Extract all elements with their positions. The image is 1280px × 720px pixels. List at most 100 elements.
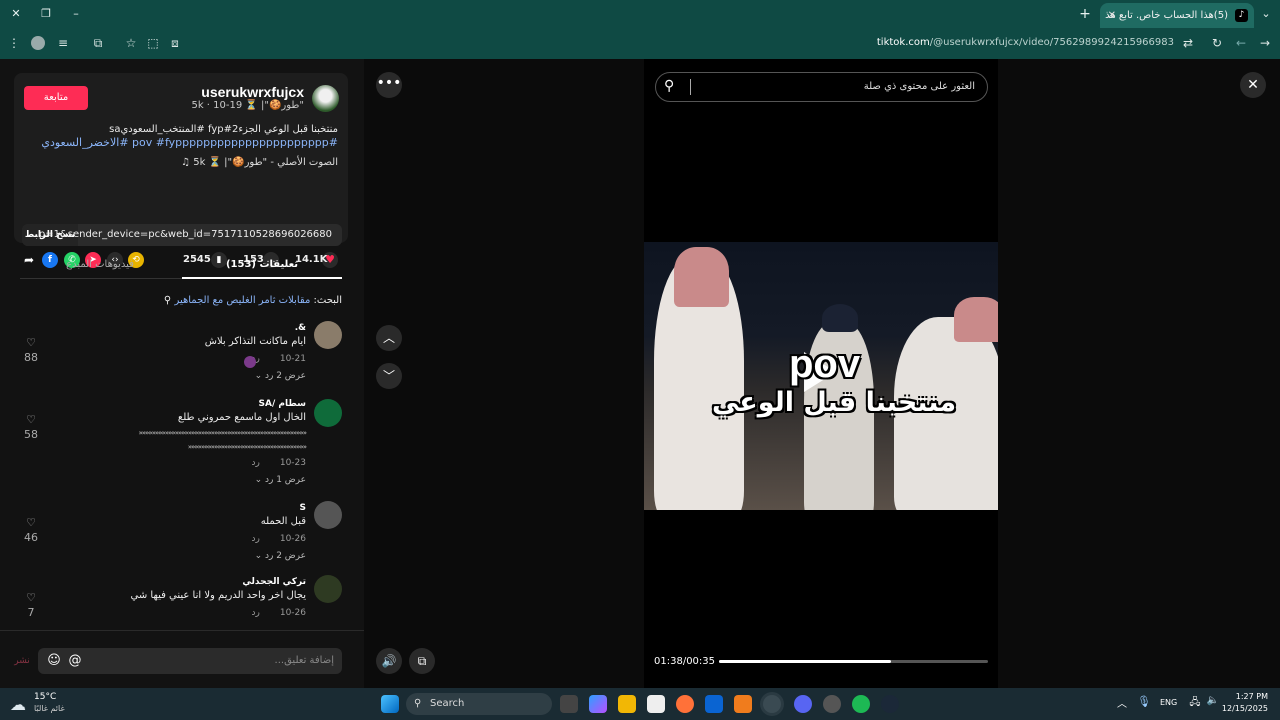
comment-like-icon[interactable]: ♡ (22, 516, 40, 529)
view-replies-label: عرض 1 رد (264, 475, 306, 485)
taskbar-search[interactable]: ⚲ Search (406, 693, 552, 715)
extensions-icon[interactable]: ⧉ (90, 35, 106, 51)
tray-overflow-icon[interactable]: ︿ (1113, 695, 1131, 713)
reply-link[interactable]: رد (251, 534, 259, 544)
weather-description: غائم غالبًا (34, 704, 65, 713)
input-language[interactable]: ENG (1160, 698, 1177, 707)
video-frame[interactable]: pov منتخبنا قبل الوعي (644, 242, 998, 510)
progress-bar[interactable] (719, 660, 988, 663)
url-host: tiktok.com (876, 37, 930, 48)
discord-icon[interactable] (794, 695, 812, 713)
floating-player-icon[interactable]: ⧉ (409, 648, 435, 674)
chatgpt-icon[interactable] (823, 695, 841, 713)
browser-title-bar: ✕ ❐ – + ✕ (5)هذا الحساب خاص. تابع هذ ♪ ⌄ (0, 0, 1280, 28)
reply-link[interactable]: رد (251, 458, 259, 468)
share-link-text[interactable]: ...p=1&sender_device=pc&web_id=751711052… (29, 224, 332, 246)
copilot-icon[interactable] (589, 695, 607, 713)
store-icon[interactable] (647, 695, 665, 713)
tab-search-icon[interactable]: ⌄ (1258, 6, 1274, 22)
comment-text: يجال اخر واحد الدريم ولا انا عيني فيها ش… (130, 590, 306, 601)
author-username[interactable]: userukwrxfujcx (201, 84, 304, 100)
windows-start-icon[interactable] (381, 695, 399, 713)
menu-icon[interactable]: ⋮ (6, 35, 22, 51)
share-link-row: نسخ الرابط ...p=1&sender_device=pc&web_i… (22, 224, 342, 246)
back-icon[interactable]: → (1257, 35, 1273, 51)
comment-meta: 10-26 رد (251, 534, 306, 544)
search-small-icon: ⚲ (163, 295, 172, 306)
commenter-name[interactable]: S (300, 503, 306, 513)
author-subline: "طور🍪"| ⏳ 5k · 10-19 (191, 100, 304, 111)
commenter-name[interactable]: &. (295, 323, 306, 333)
close-player-icon[interactable]: ✕ (1240, 72, 1266, 98)
search-icon[interactable]: ⚲ (664, 78, 674, 94)
screenshot-icon[interactable]: ⬚ (145, 35, 161, 51)
follow-button[interactable]: متابعة (24, 86, 88, 110)
comment-like-count: 46 (24, 531, 38, 544)
tab-tiktok[interactable]: ✕ (5)هذا الحساب خاص. تابع هذ ♪ (1100, 3, 1254, 28)
comment-like-count: 88 (24, 351, 38, 364)
view-replies[interactable]: عرض 1 رد ⌄ (255, 475, 306, 485)
file-explorer-icon[interactable] (618, 695, 636, 713)
search-suggestion-query[interactable]: مقابلات ثامر الغليص مع الجماهير (174, 295, 310, 306)
restore-window-icon[interactable]: ❐ (38, 6, 54, 22)
view-replies[interactable]: عرض 2 رد ⌄ (255, 551, 306, 561)
reply-link[interactable]: رد (251, 608, 259, 618)
commenter-avatar[interactable] (314, 399, 342, 427)
vlc-icon[interactable] (734, 695, 752, 713)
commenter-avatar[interactable] (314, 575, 342, 603)
speaker-icon[interactable]: 🔈 (1204, 695, 1222, 713)
tab-comments[interactable]: تعليقات (153) (182, 255, 342, 279)
view-replies-label: عرض 2 رد (264, 551, 306, 561)
spotify-icon[interactable] (852, 695, 870, 713)
progress-bar-fill (719, 660, 892, 663)
view-replies-label: عرض 2 رد (264, 371, 306, 381)
firefox-icon[interactable] (676, 695, 694, 713)
minimize-window-icon[interactable]: – (68, 6, 84, 22)
outlook-icon[interactable] (705, 695, 723, 713)
comment-meta: 10-21 رد (251, 354, 306, 364)
mention-icon[interactable]: @ (67, 653, 83, 669)
address-bar[interactable]: tiktok.com/@userukwrxfujcx/video/7562989… (877, 35, 1174, 51)
commenter-avatar[interactable] (314, 501, 342, 529)
commenter-avatar[interactable] (314, 321, 342, 349)
network-icon[interactable]: 🖧 (1186, 695, 1204, 713)
comment-date: 10-26 (279, 534, 306, 544)
profile-avatar-icon[interactable] (31, 36, 45, 50)
tab-close-icon[interactable]: ✕ (1104, 3, 1116, 28)
comment-like-icon[interactable]: ♡ (22, 591, 40, 604)
video-info-card: متابعة userukwrxfujcx "طور🍪"| ⏳ 5k · 10-… (14, 73, 348, 243)
new-tab-icon[interactable]: + (1077, 6, 1093, 22)
video-hashtags[interactable]: #pov #fypppppppppppppppppppppp #الاخضر_ا… (41, 136, 338, 149)
sound-name: الصوت الأصلي - "طور🍪"| ⏳ 5k (193, 157, 338, 168)
reload-icon[interactable]: ↻ (1209, 35, 1225, 51)
related-search-box[interactable]: ⚲ العثور على محتوى ذي صلة (655, 72, 988, 102)
commenter-name[interactable]: تركي الجحدلي (242, 577, 306, 587)
site-settings-icon[interactable]: ⇄ (1180, 35, 1196, 51)
forward-icon[interactable]: ← (1233, 35, 1249, 51)
previous-video-icon[interactable]: ︿ (376, 325, 402, 351)
emoji-icon[interactable]: ☺ (46, 653, 62, 669)
sound-link[interactable]: الصوت الأصلي - "طور🍪"| ⏳ 5k ♫ (181, 157, 338, 168)
comment-like-icon[interactable]: ♡ (22, 413, 40, 426)
url-path: /@userukwrxfujcx/video/75629899242159669… (929, 37, 1174, 48)
close-window-icon[interactable]: ✕ (8, 6, 24, 22)
volume-icon[interactable]: 🔊 (376, 648, 402, 674)
post-comment-button[interactable]: نشر (14, 653, 30, 669)
more-options-icon[interactable]: ••• (376, 72, 402, 98)
next-video-icon[interactable]: ﹀ (376, 363, 402, 389)
taskbar-clock[interactable]: 1:27 PM 12/15/2025 (1222, 691, 1268, 715)
task-view-icon[interactable] (560, 695, 578, 713)
bookmark-star-icon[interactable]: ☆ (123, 35, 139, 51)
search-suggestion[interactable]: البحث: مقابلات ثامر الغليص مع الجماهير ⚲ (164, 295, 342, 306)
microphone-icon[interactable]: 🎙 (1135, 695, 1153, 713)
view-replies[interactable]: عرض 2 رد ⌄ (255, 371, 306, 381)
comment-input[interactable]: إضافة تعليق... (38, 648, 342, 674)
chrome-icon[interactable] (763, 695, 781, 713)
commenter-name[interactable]: سطام /SA (259, 399, 306, 409)
translate-icon[interactable]: ⧈ (167, 35, 183, 51)
author-avatar[interactable] (312, 85, 339, 112)
reading-list-icon[interactable]: ≡ (55, 35, 71, 51)
comment-like-icon[interactable]: ♡ (22, 336, 40, 349)
steam-icon[interactable] (881, 695, 899, 713)
tab-creator-videos[interactable]: فيديوهات المبدع (20, 255, 180, 279)
